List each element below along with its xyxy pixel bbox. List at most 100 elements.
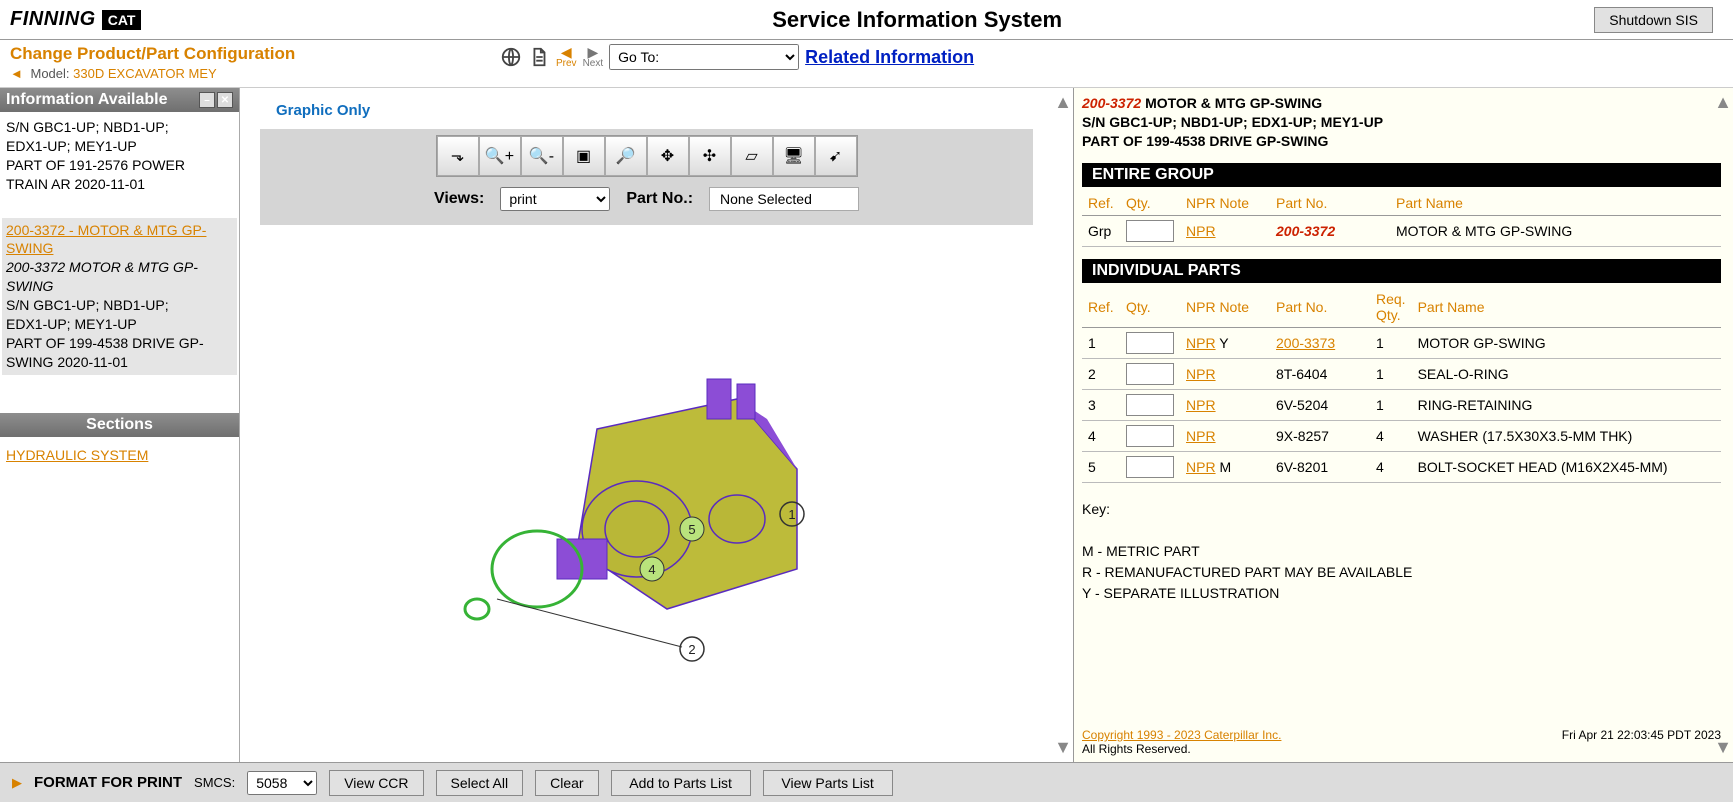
center-scrollbar[interactable]: ▲ ▼ <box>1053 88 1073 762</box>
th-ref: Ref. <box>1082 191 1120 216</box>
tool-move-icon[interactable]: ✣ <box>689 136 731 176</box>
tool-zoom-in-icon[interactable]: 🔍+ <box>479 136 521 176</box>
cell-pname: RING-RETAINING <box>1412 389 1721 420</box>
cell-ref: 4 <box>1082 420 1120 451</box>
pn-text: 6V-5204 <box>1276 397 1328 413</box>
page-title: Service Information System <box>772 7 1062 32</box>
goto-select[interactable]: Go To: <box>609 44 799 70</box>
grp-pname: MOTOR & MTG GP-SWING <box>1390 215 1721 246</box>
prev-button[interactable]: ◀ Prev <box>556 45 577 69</box>
pn-text: 8T-6404 <box>1276 366 1327 382</box>
tool-zoom-fit-icon[interactable]: 🔎 <box>605 136 647 176</box>
pn-link[interactable]: 200-3373 <box>1276 335 1335 351</box>
model-label: Model: <box>31 66 70 81</box>
grp-ref: Grp <box>1082 215 1120 246</box>
npr-link[interactable]: NPR <box>1186 335 1216 351</box>
right-scrollbar[interactable]: ▲ ▼ <box>1713 88 1733 762</box>
info-header: Information Available – ✕ <box>0 88 239 112</box>
shutdown-button[interactable]: Shutdown SIS <box>1594 7 1713 33</box>
info-block-selected[interactable]: 200-3372 - MOTOR & MTG GP-SWING 200-3372… <box>2 218 237 375</box>
center-pane: Graphic Only ⬎ 🔍+ 🔍- ▣ 🔎 ✥ ✣ ▱ 🖥 ➹ Views… <box>240 88 1073 762</box>
grp-npr-link[interactable]: NPR <box>1186 223 1216 239</box>
close-icon[interactable]: ✕ <box>217 92 233 108</box>
view-ccr-button[interactable]: View CCR <box>329 770 423 796</box>
related-info-link[interactable]: Related Information <box>805 47 974 68</box>
graphic-only-link[interactable]: Graphic Only <box>276 102 1033 119</box>
views-select[interactable]: print <box>500 187 610 211</box>
qty-input[interactable] <box>1126 332 1174 354</box>
change-config-link[interactable]: Change Product/Part Configuration <box>10 44 295 63</box>
tool-zoom-region-icon[interactable]: ▣ <box>563 136 605 176</box>
tool-rotate-icon[interactable]: ⬎ <box>437 136 479 176</box>
qty-input[interactable] <box>1126 456 1174 478</box>
left-pane: Information Available – ✕ S/N GBC1-UP; N… <box>0 88 240 762</box>
key-block: Key: M - METRIC PART R - REMANUFACTURED … <box>1082 499 1721 604</box>
tool-monitor-icon[interactable]: 🖥 <box>773 136 815 176</box>
grp-qty-input[interactable] <box>1126 220 1174 242</box>
next-button[interactable]: ▶ Next <box>583 45 604 69</box>
qty-input[interactable] <box>1126 425 1174 447</box>
copyright-link[interactable]: Copyright 1993 - 2023 Caterpillar Inc. <box>1082 728 1281 742</box>
npr-link[interactable]: NPR <box>1186 428 1216 444</box>
partno-value[interactable]: None Selected <box>709 187 859 211</box>
right-header-name: MOTOR & MTG GP-SWING <box>1145 95 1322 111</box>
th-pname: Part Name <box>1390 191 1721 216</box>
right-scroll-down-icon[interactable]: ▼ <box>1714 737 1732 758</box>
info-block2-l1: 200-3372 MOTOR & MTG GP-SWING <box>6 258 233 296</box>
footer-note: Copyright 1993 - 2023 Caterpillar Inc. A… <box>1082 708 1721 756</box>
table-row: 2NPR 8T-64041SEAL-O-RING <box>1082 358 1721 389</box>
npr-link[interactable]: NPR <box>1186 366 1216 382</box>
info-block2-l4: PART OF 199-4538 DRIVE GP-SWING 2020-11-… <box>6 334 233 372</box>
select-all-button[interactable]: Select All <box>436 770 524 796</box>
minimize-icon[interactable]: – <box>199 92 215 108</box>
npr-note: Y <box>1219 335 1228 351</box>
scroll-up-icon[interactable]: ▲ <box>1054 92 1072 113</box>
tool-pointer-icon[interactable]: ➹ <box>815 136 857 176</box>
bottom-bar: ▶ FORMAT FOR PRINT SMCS: 5058 View CCR S… <box>0 762 1733 802</box>
clear-button[interactable]: Clear <box>535 770 598 796</box>
th2-pname: Part Name <box>1412 287 1721 328</box>
key-y: Y - SEPARATE ILLUSTRATION <box>1082 583 1721 604</box>
center-content: Graphic Only ⬎ 🔍+ 🔍- ▣ 🔎 ✥ ✣ ▱ 🖥 ➹ Views… <box>240 88 1053 762</box>
qty-input[interactable] <box>1126 394 1174 416</box>
info-header-text: Information Available <box>6 91 168 109</box>
top-bar: FINNING CAT Service Information System S… <box>0 0 1733 40</box>
cell-ref: 1 <box>1082 327 1120 358</box>
individual-parts-table: Ref. Qty. NPR Note Part No. Req. Qty. Pa… <box>1082 287 1721 483</box>
back-arrow-icon[interactable]: ◄ <box>10 66 23 81</box>
scroll-down-icon[interactable]: ▼ <box>1054 737 1072 758</box>
info-body[interactable]: S/N GBC1-UP; NBD1-UP; EDX1-UP; MEY1-UP P… <box>0 112 239 413</box>
svg-text:1: 1 <box>788 507 795 522</box>
sections-body: HYDRAULIC SYSTEM <box>0 437 239 473</box>
tool-eraser-icon[interactable]: ▱ <box>731 136 773 176</box>
info-block-link[interactable]: 200-3372 - MOTOR & MTG GP-SWING <box>6 222 206 257</box>
svg-text:4: 4 <box>648 562 655 577</box>
npr-link[interactable]: NPR <box>1186 459 1216 475</box>
add-to-parts-button[interactable]: Add to Parts List <box>611 770 751 796</box>
tool-expand-icon[interactable]: ✥ <box>647 136 689 176</box>
right-header-partof: PART OF 199-4538 DRIVE GP-SWING <box>1082 132 1721 151</box>
view-parts-list-button[interactable]: View Parts List <box>763 770 893 796</box>
grp-pn: 200-3372 <box>1276 223 1335 239</box>
right-header-sn: S/N GBC1-UP; NBD1-UP; EDX1-UP; MEY1-UP <box>1082 113 1721 132</box>
cell-reqqty: 1 <box>1370 327 1412 358</box>
qty-input[interactable] <box>1126 363 1174 385</box>
th2-ref: Ref. <box>1082 287 1120 328</box>
th-npr: NPR Note <box>1180 191 1270 216</box>
table-row: 3NPR 6V-52041RING-RETAINING <box>1082 389 1721 420</box>
section-link-hydraulic[interactable]: HYDRAULIC SYSTEM <box>6 447 148 463</box>
tool-zoom-out-icon[interactable]: 🔍- <box>521 136 563 176</box>
document-icon[interactable] <box>528 46 550 68</box>
views-label: Views: <box>434 190 484 208</box>
globe-icon[interactable] <box>500 46 522 68</box>
graphic-area[interactable]: 5 4 1 2 <box>260 225 1033 752</box>
cell-reqqty: 1 <box>1370 389 1412 420</box>
cell-ref: 5 <box>1082 451 1120 482</box>
right-scroll-up-icon[interactable]: ▲ <box>1714 92 1732 113</box>
cat-logo: CAT <box>102 10 142 30</box>
table-row: 4NPR 9X-82574WASHER (17.5X30X3.5-MM THK) <box>1082 420 1721 451</box>
cell-ref: 2 <box>1082 358 1120 389</box>
right-pane: 200-3372 MOTOR & MTG GP-SWING S/N GBC1-U… <box>1073 88 1733 762</box>
npr-link[interactable]: NPR <box>1186 397 1216 413</box>
smcs-select[interactable]: 5058 <box>247 771 317 795</box>
